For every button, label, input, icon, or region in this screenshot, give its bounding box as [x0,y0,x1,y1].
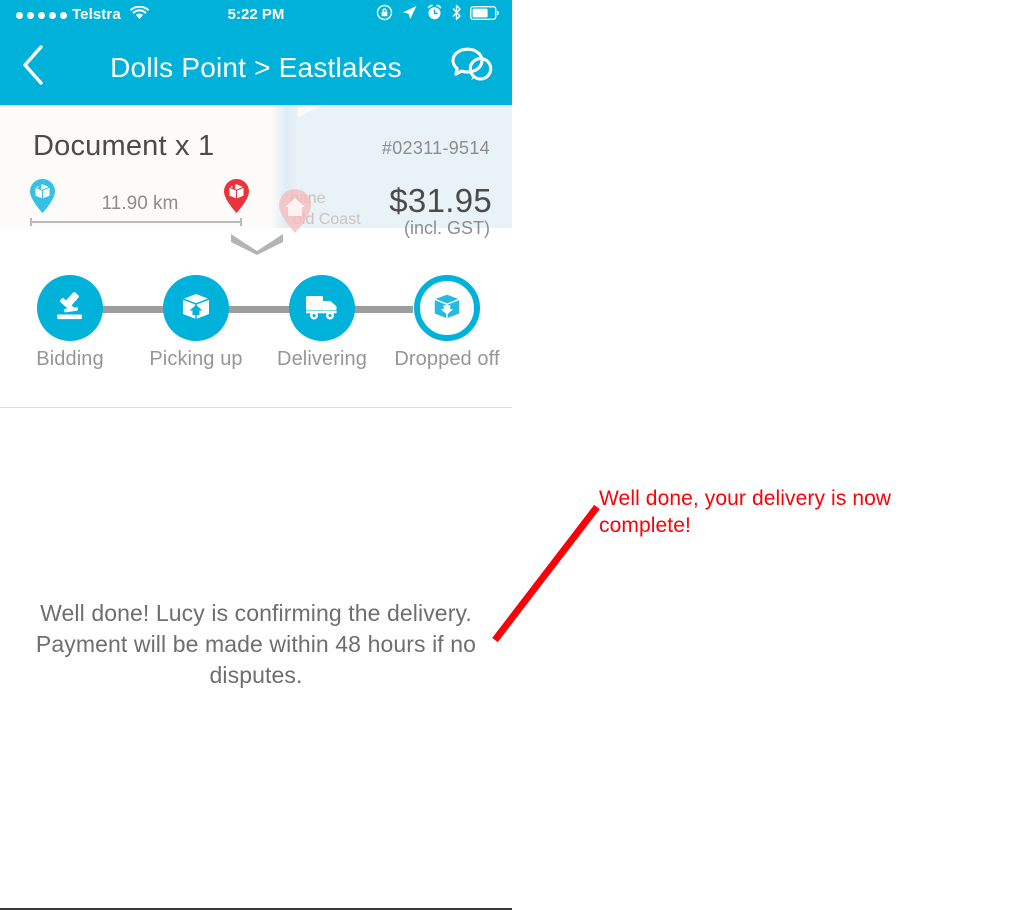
tracker-step-label: Delivering [277,348,367,370]
pickup-package-pin-icon [28,178,57,214]
tracker-step-bubble-active[interactable] [414,275,480,341]
tracker-step-picking-up[interactable]: Picking up [134,265,258,371]
rotation-lock-icon [376,4,393,26]
job-title: Document x 1 [33,130,215,162]
tracker-step-label: Bidding [36,348,104,370]
tracker-step-label: Dropped off [394,348,500,370]
page-title: Dolls Point > Eastlakes [110,51,402,83]
delivery-progress-tracker: Bidding Picking up Delivering Dropped of… [0,265,512,375]
annotation-text: Well done, your delivery is now complete… [599,487,892,537]
home-pin-icon [275,187,315,235]
chat-button[interactable] [442,30,502,105]
tracker-step-bubble[interactable] [163,275,229,341]
box-up-arrow-icon [178,288,214,329]
expand-card-button[interactable] [228,231,286,255]
tracker-step-label: Picking up [149,348,243,370]
tracker-step-dropped-off[interactable]: Dropped off [385,265,509,371]
section-divider [0,407,512,408]
dropoff-package-pin-icon [222,178,251,214]
battery-icon [469,5,500,25]
back-button[interactable] [10,30,56,105]
gavel-icon [52,288,88,329]
distance-bar [30,218,242,226]
job-price-note: (incl. GST) [403,218,490,238]
status-bar: Telstra 5:22 PM [0,0,512,30]
status-message: Well done! Lucy is confirming the delive… [35,600,477,688]
delivery-truck-icon [303,289,341,328]
phone-screen: Telstra 5:22 PM Dolls Point > Eastlakes … [0,0,512,910]
bluetooth-icon [451,4,462,26]
tracker-step-bubble[interactable] [37,275,103,341]
tracker-step-bidding[interactable]: Bidding [8,265,132,371]
job-reference: #02311-9514 [381,138,490,158]
navigation-bar: Dolls Point > Eastlakes [0,30,512,105]
location-arrow-icon [401,4,418,26]
tracker-step-delivering[interactable]: Delivering [260,265,384,371]
distance-label: 11.90 km [101,193,179,214]
chevron-down-icon [228,234,286,259]
chevron-left-icon [20,44,46,91]
chat-bubbles-icon [450,46,494,89]
status-bar-right [376,0,500,30]
alarm-clock-icon [426,4,443,26]
tracker-step-bubble[interactable] [289,275,355,341]
job-price: $31.95 [389,182,492,219]
box-down-arrow-icon [430,289,464,328]
